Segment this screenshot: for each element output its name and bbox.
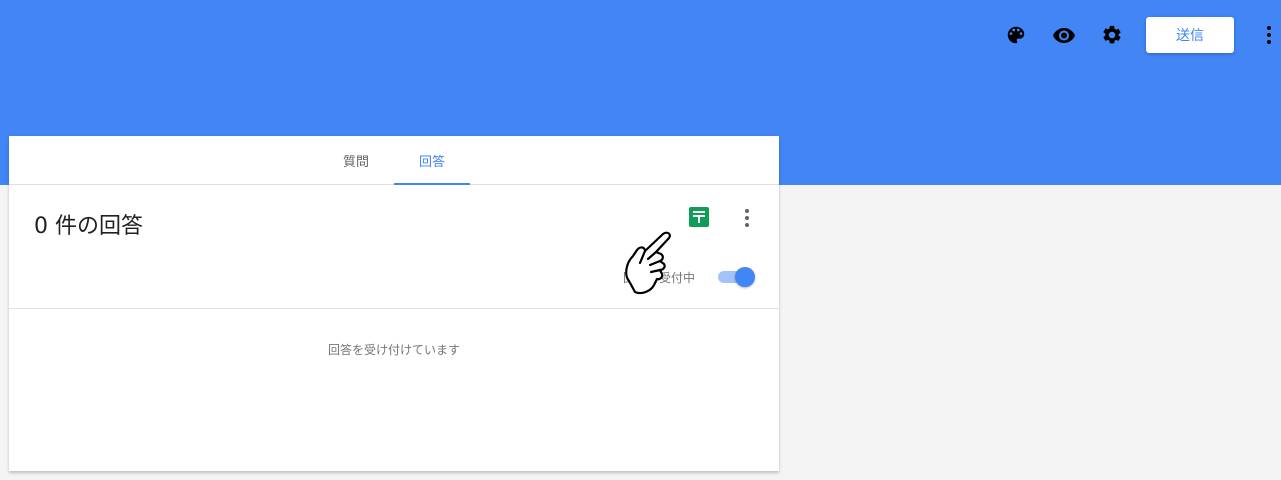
palette-icon[interactable] [1003, 22, 1029, 48]
accepting-responses-toggle[interactable] [717, 267, 757, 287]
tab-responses-label: 回答 [418, 154, 445, 170]
tab-questions-label: 質問 [342, 154, 369, 170]
active-tab-indicator [394, 183, 470, 185]
toggle-thumb [735, 267, 755, 287]
tab-questions[interactable]: 質問 [331, 136, 381, 184]
more-vert-icon[interactable] [1256, 22, 1281, 48]
responses-card: 質問 回答 0 件の回答 回答を受付中 回答を受け付けています [9, 136, 779, 471]
tab-responses[interactable]: 回答 [394, 136, 470, 185]
accepting-message: 回答を受け付けています [327, 343, 460, 357]
more-vert-icon[interactable] [735, 206, 759, 230]
send-button-label: 送信 [1176, 28, 1204, 44]
gear-icon[interactable] [1099, 22, 1125, 48]
accepting-responses-label: 回答を受付中 [623, 271, 696, 285]
tab-bar: 質問 回答 [9, 136, 779, 185]
response-count-title: 0 件の回答 [34, 214, 143, 239]
sheets-icon[interactable] [689, 207, 709, 227]
eye-icon[interactable] [1051, 22, 1077, 48]
divider [9, 308, 779, 309]
send-button[interactable]: 送信 [1146, 17, 1234, 53]
